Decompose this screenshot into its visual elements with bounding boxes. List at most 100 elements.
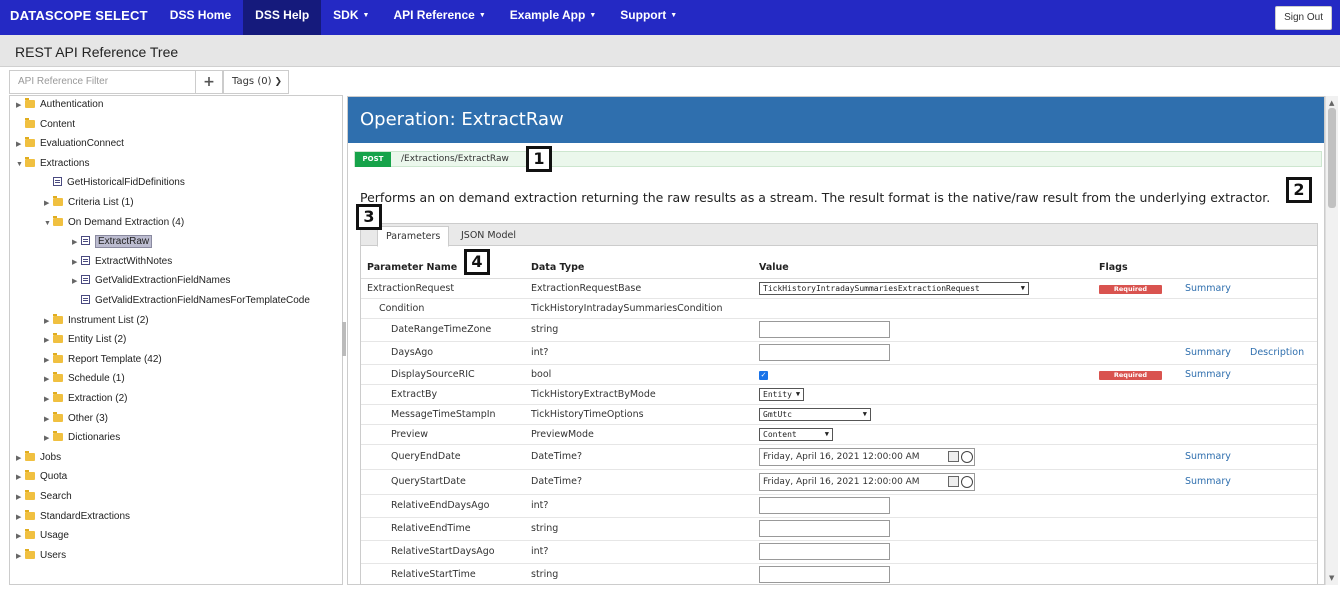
collapsed-arrow-icon[interactable]: ▶	[44, 352, 53, 370]
sign-out-button[interactable]: Sign Out	[1275, 6, 1332, 30]
tree-item[interactable]: ▶ GetValidExtractionFieldNames	[72, 272, 230, 290]
tree-item[interactable]: ▶ Criteria List (1)	[44, 194, 134, 212]
tree-item[interactable]: ▶ Entity List (2)	[44, 331, 126, 349]
param-value-select[interactable]: Entity ▼	[759, 387, 805, 401]
api-reference-tree: ▶ Authentication Content ▶ EvaluationConnect…	[9, 95, 343, 585]
tree-item-label: StandardExtractions	[40, 510, 131, 522]
date-time-input[interactable]: Friday, April 16, 2021 12:00:00 AM	[759, 472, 975, 491]
summary-link[interactable]: Summary	[1179, 364, 1244, 385]
param-value-input[interactable]	[759, 497, 890, 514]
summary-link[interactable]: Summary	[1179, 341, 1244, 365]
add-filter-button[interactable]: +	[196, 70, 223, 94]
tags-dropdown[interactable]: Tags (0) ❯	[223, 70, 289, 94]
tree-item[interactable]: ▶ Usage	[16, 527, 69, 545]
nav-item-api-reference[interactable]: API Reference ▼	[381, 0, 497, 35]
scrollbar-thumb[interactable]	[1328, 108, 1336, 208]
date-value: Friday, April 16, 2021 12:00:00 AM	[763, 451, 920, 462]
param-value-cell: ✓	[753, 364, 1093, 385]
tab-json-model[interactable]: JSON Model	[453, 226, 524, 247]
collapsed-arrow-icon[interactable]: ▶	[44, 195, 53, 213]
tree-item[interactable]: ▶ Search	[16, 488, 72, 506]
nav-item-support[interactable]: Support ▼	[608, 0, 689, 35]
api-reference-filter-input[interactable]: API Reference Filter	[9, 70, 196, 94]
clock-icon[interactable]	[961, 450, 973, 463]
collapsed-arrow-icon[interactable]: ▶	[44, 411, 53, 429]
param-value-cell: Entity ▼	[753, 384, 1093, 405]
scroll-down-icon[interactable]: ▼	[1329, 574, 1334, 582]
tree-item[interactable]: ▶ Authentication	[16, 96, 103, 114]
nav-item-dss-home[interactable]: DSS Home	[158, 0, 243, 35]
clock-icon[interactable]	[961, 475, 973, 488]
param-value-select[interactable]: TickHistoryIntradaySummariesExtractionRe…	[759, 281, 1029, 295]
tree-item[interactable]: ▶ Instrument List (2)	[44, 312, 149, 330]
collapsed-arrow-icon[interactable]: ▶	[44, 371, 53, 389]
nav-item-dss-help[interactable]: DSS Help	[243, 0, 322, 35]
description-link	[1244, 444, 1317, 470]
tree-item[interactable]: Content	[16, 116, 75, 134]
param-flags	[1093, 298, 1179, 319]
vertical-scrollbar[interactable]: ▲ ▼	[1325, 96, 1338, 585]
collapsed-arrow-icon[interactable]: ▶	[16, 528, 25, 546]
collapsed-arrow-icon[interactable]: ▶	[16, 136, 25, 154]
param-value-input[interactable]	[759, 566, 890, 583]
tree-item-label: On Demand Extraction (4)	[68, 216, 185, 228]
param-value-select[interactable]: Content ▼	[759, 427, 833, 441]
param-value-input[interactable]	[759, 321, 890, 338]
collapsed-arrow-icon[interactable]: ▶	[72, 254, 81, 272]
tree-item[interactable]: ▼ Extractions	[16, 155, 89, 173]
collapsed-arrow-icon[interactable]: ▶	[44, 391, 53, 409]
tree-item[interactable]: ▶ EvaluationConnect	[16, 135, 124, 153]
nav-item-label: Support	[620, 8, 667, 22]
collapsed-arrow-icon[interactable]: ▶	[72, 273, 81, 291]
select-value: GmtUtc	[763, 409, 792, 419]
tree-item[interactable]: GetValidExtractionFieldNamesForTemplateC…	[72, 292, 310, 310]
tree-item[interactable]: ▶ ExtractWithNotes	[72, 253, 172, 271]
brand-logo[interactable]: DATASCOPE SELECT	[0, 0, 158, 35]
scroll-up-icon[interactable]: ▲	[1329, 99, 1334, 107]
collapsed-arrow-icon[interactable]: ▶	[16, 450, 25, 468]
param-value-select[interactable]: GmtUtc ▼	[759, 407, 871, 421]
tree-item[interactable]: ▶ ExtractRaw	[72, 233, 153, 252]
tree-item[interactable]: GetHistoricalFidDefinitions	[44, 174, 185, 192]
summary-link[interactable]: Summary	[1179, 469, 1244, 495]
collapsed-arrow-icon[interactable]: ▶	[44, 313, 53, 331]
tree-item[interactable]: ▼ On Demand Extraction (4)	[44, 214, 184, 232]
select-value: Content	[763, 429, 797, 439]
tree-item[interactable]: ▶ Other (3)	[44, 410, 108, 428]
summary-link[interactable]: Summary	[1179, 444, 1244, 470]
param-name: RelativeStartDaysAgo	[361, 540, 525, 564]
calendar-icon[interactable]	[948, 450, 959, 462]
tree-item[interactable]: ▶ Quota	[16, 468, 67, 486]
date-time-input[interactable]: Friday, April 16, 2021 12:00:00 AM	[759, 447, 975, 466]
tree-item[interactable]: ▶ Users	[16, 547, 66, 565]
tree-item[interactable]: ▶ Schedule (1)	[44, 370, 125, 388]
tree-item[interactable]: ▶ Jobs	[16, 449, 61, 467]
expanded-arrow-icon[interactable]: ▼	[16, 156, 25, 174]
nav-item-sdk[interactable]: SDK ▼	[321, 0, 381, 35]
collapsed-arrow-icon[interactable]: ▶	[16, 489, 25, 507]
tree-item[interactable]: ▶ StandardExtractions	[16, 508, 130, 526]
operation-icon	[81, 255, 90, 265]
calendar-icon[interactable]	[948, 475, 959, 487]
collapsed-arrow-icon[interactable]: ▶	[16, 97, 25, 115]
collapsed-arrow-icon[interactable]: ▶	[44, 332, 53, 350]
tab-parameters[interactable]: Parameters	[377, 226, 450, 247]
collapsed-arrow-icon[interactable]: ▶	[44, 430, 53, 448]
collapsed-arrow-icon[interactable]: ▶	[72, 234, 81, 252]
summary-link[interactable]: Summary	[1179, 278, 1244, 299]
collapsed-arrow-icon[interactable]: ▶	[16, 509, 25, 527]
tree-item[interactable]: ▶ Report Template (42)	[44, 351, 162, 369]
collapsed-arrow-icon[interactable]: ▶	[16, 469, 25, 487]
param-value-input[interactable]	[759, 543, 890, 560]
description-link[interactable]: Description	[1244, 341, 1317, 365]
collapsed-arrow-icon[interactable]: ▶	[16, 548, 25, 566]
tree-item[interactable]: ▶ Dictionaries	[44, 429, 120, 447]
panel-splitter-handle[interactable]	[342, 322, 346, 356]
param-value-input[interactable]	[759, 344, 890, 361]
tree-item[interactable]: ▶ Extraction (2)	[44, 390, 127, 408]
expanded-arrow-icon[interactable]: ▼	[44, 215, 53, 233]
param-checkbox[interactable]: ✓	[759, 370, 768, 380]
nav-item-example-app[interactable]: Example App ▼	[498, 0, 609, 35]
tree-item-label: GetValidExtractionFieldNamesForTemplateC…	[95, 295, 310, 306]
param-value-input[interactable]	[759, 520, 890, 537]
